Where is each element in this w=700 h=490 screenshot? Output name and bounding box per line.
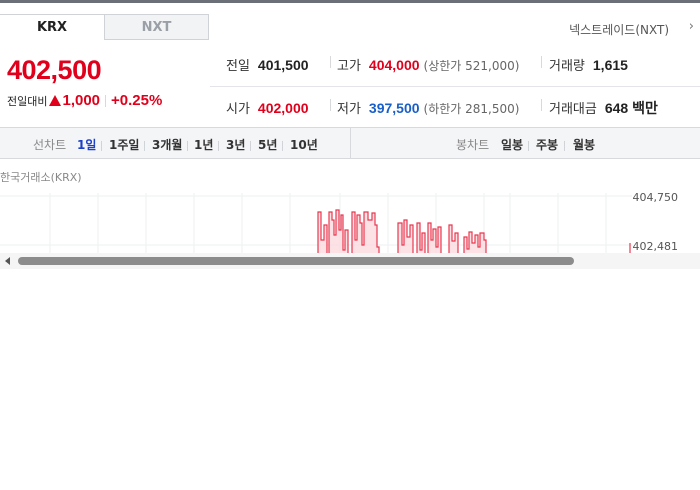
stat-low: 저가 397,500 (하한가 281,500) [337, 98, 519, 117]
current-price: 402,500 [7, 55, 102, 85]
stat-open: 시가 402,000 [226, 98, 309, 117]
stat-value: 397,500 [368, 100, 420, 116]
period-daily[interactable]: 일봉 [501, 136, 523, 153]
stat-label: 저가 [337, 102, 361, 117]
divider [330, 99, 331, 111]
divider [144, 141, 145, 151]
stat-label: 시가 [226, 102, 250, 117]
period-5y[interactable]: 5년 [258, 136, 277, 153]
period-weekly[interactable]: 주봉 [536, 136, 558, 153]
stat-label: 거래대금 [549, 102, 597, 117]
period-1w[interactable]: 1주일 [109, 136, 139, 153]
divider [218, 141, 219, 151]
candle-chart-label: 봉차트 [456, 138, 490, 152]
chart-period-bar: 선차트 1일 1주일 3개월 1년 3년 5년 10년 봉차트 일봉 주봉 월봉 [0, 127, 700, 159]
period-1y[interactable]: 1년 [194, 136, 213, 153]
divider [282, 141, 283, 151]
stat-value: 648 백만 [604, 100, 658, 116]
stat-volume: 거래량 1,615 [549, 55, 628, 74]
stat-label: 전일 [226, 59, 250, 74]
stat-value: 402,000 [257, 100, 309, 116]
chart-scrollbar[interactable] [0, 253, 700, 269]
tab-krx[interactable]: KRX [0, 14, 105, 40]
stat-value: 401,500 [257, 57, 309, 73]
change-row: 전일대비 1,000 +0.25% [7, 92, 162, 109]
tab-nxt[interactable]: NXT [104, 14, 209, 40]
nxt-link[interactable]: 넥스트레이드(NXT) [569, 21, 669, 38]
y-axis-label-mid: 402,481 [632, 240, 679, 253]
period-1d[interactable]: 1일 [77, 136, 96, 153]
change-label: 전일대비 [7, 94, 48, 108]
scroll-left-arrow-icon[interactable] [5, 257, 10, 265]
stat-trade-value: 거래대금 648 백만 [549, 98, 658, 118]
change-value: 1,000 [62, 92, 101, 109]
price-chart[interactable] [0, 185, 700, 255]
y-axis-label-top: 404,750 [632, 191, 679, 204]
stat-high: 고가 404,000 (상한가 521,000) [337, 55, 519, 74]
stat-value: 404,000 [368, 57, 420, 73]
chart-gridlines [0, 193, 632, 255]
stat-prev-close: 전일 401,500 [226, 55, 309, 74]
divider [350, 128, 351, 158]
divider [528, 141, 529, 151]
stats-divider [210, 86, 700, 87]
divider [250, 141, 251, 151]
line-chart-label: 선차트 [33, 138, 67, 152]
chart-source-label: 한국거래소(KRX) [0, 171, 82, 184]
stat-limit: (하한가 281,500) [423, 102, 520, 116]
stat-value: 1,615 [592, 57, 628, 73]
period-10y[interactable]: 10년 [290, 136, 318, 153]
divider [541, 56, 542, 68]
divider [101, 141, 102, 151]
stat-limit: (상한가 521,000) [423, 59, 520, 73]
scrollbar-thumb[interactable] [18, 257, 574, 265]
period-3m[interactable]: 3개월 [152, 136, 182, 153]
stat-label: 거래량 [549, 59, 585, 74]
divider [105, 94, 107, 107]
change-percent: +0.25% [111, 92, 163, 109]
divider [187, 141, 188, 151]
top-border [0, 0, 700, 3]
period-3y[interactable]: 3년 [226, 136, 245, 153]
divider [564, 141, 565, 151]
chevron-right-icon[interactable]: › [689, 19, 694, 34]
stat-label: 고가 [337, 59, 361, 74]
up-triangle-icon [49, 95, 62, 106]
period-monthly[interactable]: 월봉 [573, 136, 595, 153]
divider [541, 99, 542, 111]
divider [330, 56, 331, 68]
